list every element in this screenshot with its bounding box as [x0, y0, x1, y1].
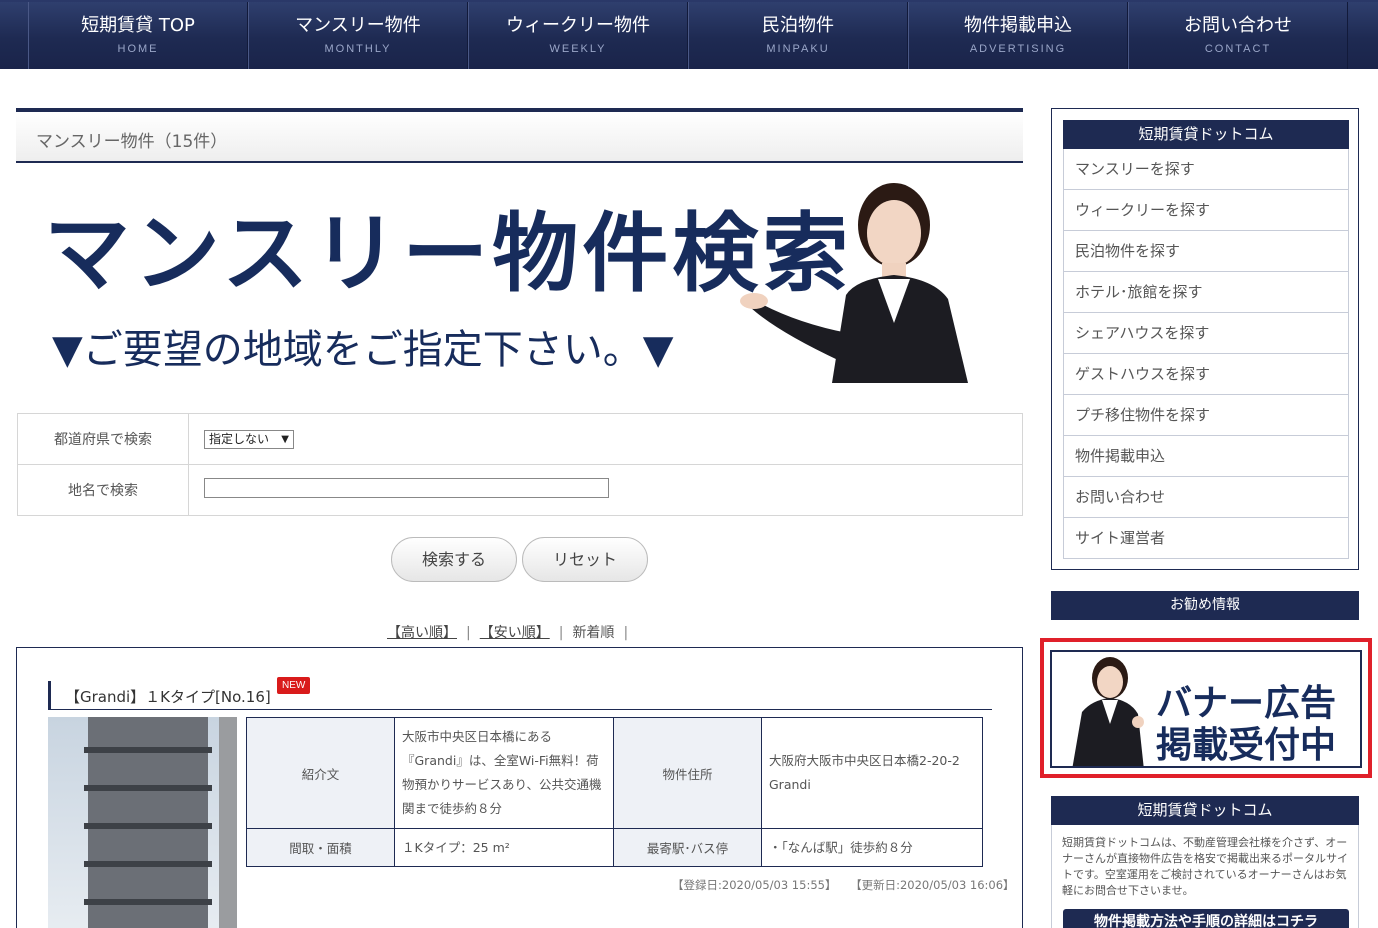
sort-separator: | [466, 625, 471, 641]
nav-advertising-label: 物件掲載申込 [964, 15, 1072, 36]
prefecture-select[interactable]: 指定しない ▼ [204, 429, 294, 449]
search-button[interactable]: 検索する [391, 537, 517, 582]
info-row: 紹介文 大阪市中央区日本橋にある『Grandi』は、全室Wi-Fi無料！荷物預か… [246, 717, 983, 829]
banner-woman-image [1072, 657, 1144, 766]
sidebar-item-contact[interactable]: お問い合わせ [1063, 477, 1349, 518]
listing-photo[interactable] [48, 717, 237, 928]
info-row: 間取・面積 １Kタイプ：25 m² 最寄駅･バス停 ・「なんば駅」徒歩約８分 [246, 828, 983, 867]
page-title-bar: マンスリー物件（15件） [16, 108, 1023, 163]
sidebar-item-operator[interactable]: サイト運営者 [1063, 518, 1349, 559]
banner-inner: バナー広告 掲載受付中 [1050, 650, 1362, 768]
prefecture-cell: 指定しない ▼ [188, 413, 1023, 465]
sort-separator: | [623, 625, 629, 641]
building-floor [84, 785, 212, 791]
nav-minpaku-label: 民泊物件 [762, 15, 834, 36]
sidebar-item-weekly[interactable]: ウィークリーを探す [1063, 190, 1349, 231]
search-row-place: 地名で検索 [17, 464, 1023, 516]
dropdown-arrow-icon: ▼ [281, 433, 289, 445]
address-label: 物件住所 [613, 717, 762, 829]
nav-home-label: 短期賃貸 TOP [81, 15, 195, 36]
sidebar-heading: 短期賃貸ドットコム [1063, 120, 1349, 149]
nav-contact[interactable]: お問い合わせ CONTACT [1128, 2, 1348, 69]
sidebar-menu-box: 短期賃貸ドットコム マンスリーを探す ウィークリーを探す 民泊物件を探す ホテル… [1051, 108, 1359, 570]
hero-banner: マンスリー物件検索 ▼ご要望の地域をご指定下さい。▼ [16, 175, 1023, 385]
nav-monthly-sublabel: MONTHLY [324, 43, 392, 55]
reset-button[interactable]: リセット [522, 537, 648, 582]
sort-separator: | [558, 625, 564, 641]
nav-home[interactable]: 短期賃貸 TOP HOME [28, 2, 248, 69]
layout-label: 間取・面積 [246, 828, 395, 867]
building-floor [84, 823, 212, 829]
top-navigation: 短期賃貸 TOP HOME マンスリー物件 MONTHLY ウィークリー物件 W… [0, 0, 1378, 69]
building-floor [84, 747, 212, 753]
nav-contact-label: お問い合わせ [1184, 15, 1292, 36]
recommend-heading: お勧め情報 [1051, 591, 1359, 620]
about-text: 短期賃貸ドットコムは、不動産管理会社様を介さず、オーナーさんが直接物件広告を格安… [1062, 836, 1348, 897]
nav-weekly-sublabel: WEEKLY [549, 43, 607, 55]
nav-advertising[interactable]: 物件掲載申込 ADVERTISING [908, 2, 1128, 69]
registered-date: 【登録日:2020/05/03 15:55】 [672, 878, 837, 892]
search-row-prefecture: 都道府県で検索 指定しない ▼ [17, 413, 1023, 465]
hero-title: マンスリー物件検索 [44, 204, 853, 304]
place-cell [188, 464, 1023, 516]
hero-subtitle: ▼ご要望の地域をご指定下さい。▼ [52, 327, 674, 373]
sidebar-item-monthly[interactable]: マンスリーを探す [1063, 149, 1349, 190]
updated-date: 【更新日:2020/05/03 16:06】 [850, 878, 1015, 892]
banner-line2: 掲載受付中 [1156, 725, 1337, 766]
nav-weekly[interactable]: ウィークリー物件 WEEKLY [468, 2, 688, 69]
building-floor [84, 899, 212, 905]
sidebar-menu: マンスリーを探す ウィークリーを探す 民泊物件を探す ホテル･旅館を探す シェア… [1063, 149, 1349, 559]
nav-weekly-label: ウィークリー物件 [506, 15, 650, 36]
listing-title[interactable]: 【Grandi】１Kタイプ[No.16] [65, 686, 271, 707]
place-input[interactable] [204, 478, 609, 498]
page-title: マンスリー物件（15件） [36, 132, 228, 152]
station-label: 最寄駅･バス停 [613, 828, 762, 867]
sidebar-item-minpaku[interactable]: 民泊物件を探す [1063, 231, 1349, 272]
listing-dates: 【登録日:2020/05/03 15:55】 【更新日:2020/05/03 1… [672, 877, 1015, 893]
nav-minpaku[interactable]: 民泊物件 MINPAKU [688, 2, 908, 69]
new-badge: NEW [277, 677, 311, 694]
building-column [219, 717, 237, 928]
listing-header: 【Grandi】１Kタイプ[No.16] NEW [48, 677, 992, 710]
place-label: 地名で検索 [17, 464, 189, 516]
sort-bar: 【高い順】 | 【安い順】 | 新着順 | [387, 622, 637, 642]
station-text: ・「なんば駅」徒歩約８分 [761, 828, 983, 867]
sort-high-link[interactable]: 【高い順】 [387, 625, 457, 641]
about-heading: 短期賃貸ドットコム [1051, 796, 1359, 825]
intro-text: 大阪市中央区日本橋にある『Grandi』は、全室Wi-Fi無料！荷物預かりサービ… [394, 717, 614, 829]
hero-woman-image [740, 183, 968, 383]
intro-label: 紹介文 [246, 717, 395, 829]
about-box: 短期賃貸ドットコム 短期賃貸ドットコムは、不動産管理会社様を介さず、オーナーさん… [1051, 796, 1359, 928]
nav-monthly-label: マンスリー物件 [295, 15, 421, 36]
nav-home-sublabel: HOME [117, 43, 159, 55]
nav-contact-sublabel: CONTACT [1204, 43, 1272, 55]
sort-new-label: 新着順 [572, 625, 615, 641]
sidebar-item-sharehouse[interactable]: シェアハウスを探す [1063, 313, 1349, 354]
layout-text: １Kタイプ：25 m² [394, 828, 614, 867]
sidebar-item-guesthouse[interactable]: ゲストハウスを探す [1063, 354, 1349, 395]
nav-minpaku-sublabel: MINPAKU [766, 43, 830, 55]
sidebar-item-hotel[interactable]: ホテル･旅館を探す [1063, 272, 1349, 313]
building-floor [84, 861, 212, 867]
search-form: 都道府県で検索 指定しない ▼ 地名で検索 [17, 413, 1023, 516]
listing-info-table: 紹介文 大阪市中央区日本橋にある『Grandi』は、全室Wi-Fi無料！荷物預か… [246, 717, 983, 867]
sidebar-item-advertising[interactable]: 物件掲載申込 [1063, 436, 1349, 477]
address-text: 大阪府大阪市中央区日本橋2-20-2 Grandi [761, 717, 983, 829]
nav-monthly[interactable]: マンスリー物件 MONTHLY [248, 2, 468, 69]
banner-ad[interactable]: バナー広告 掲載受付中 [1040, 638, 1372, 778]
sort-low-link[interactable]: 【安い順】 [480, 625, 550, 641]
prefecture-label: 都道府県で検索 [17, 413, 189, 465]
nav-advertising-sublabel: ADVERTISING [969, 43, 1067, 55]
prefecture-select-value: 指定しない [209, 431, 270, 446]
about-details-button[interactable]: 物件掲載方法や手順の詳細はコチラ [1063, 909, 1349, 928]
listing-card: 【Grandi】１Kタイプ[No.16] NEW 紹介文 大阪市中央区日本橋にあ… [16, 647, 1023, 928]
sidebar-item-relocation[interactable]: プチ移住物件を探す [1063, 395, 1349, 436]
